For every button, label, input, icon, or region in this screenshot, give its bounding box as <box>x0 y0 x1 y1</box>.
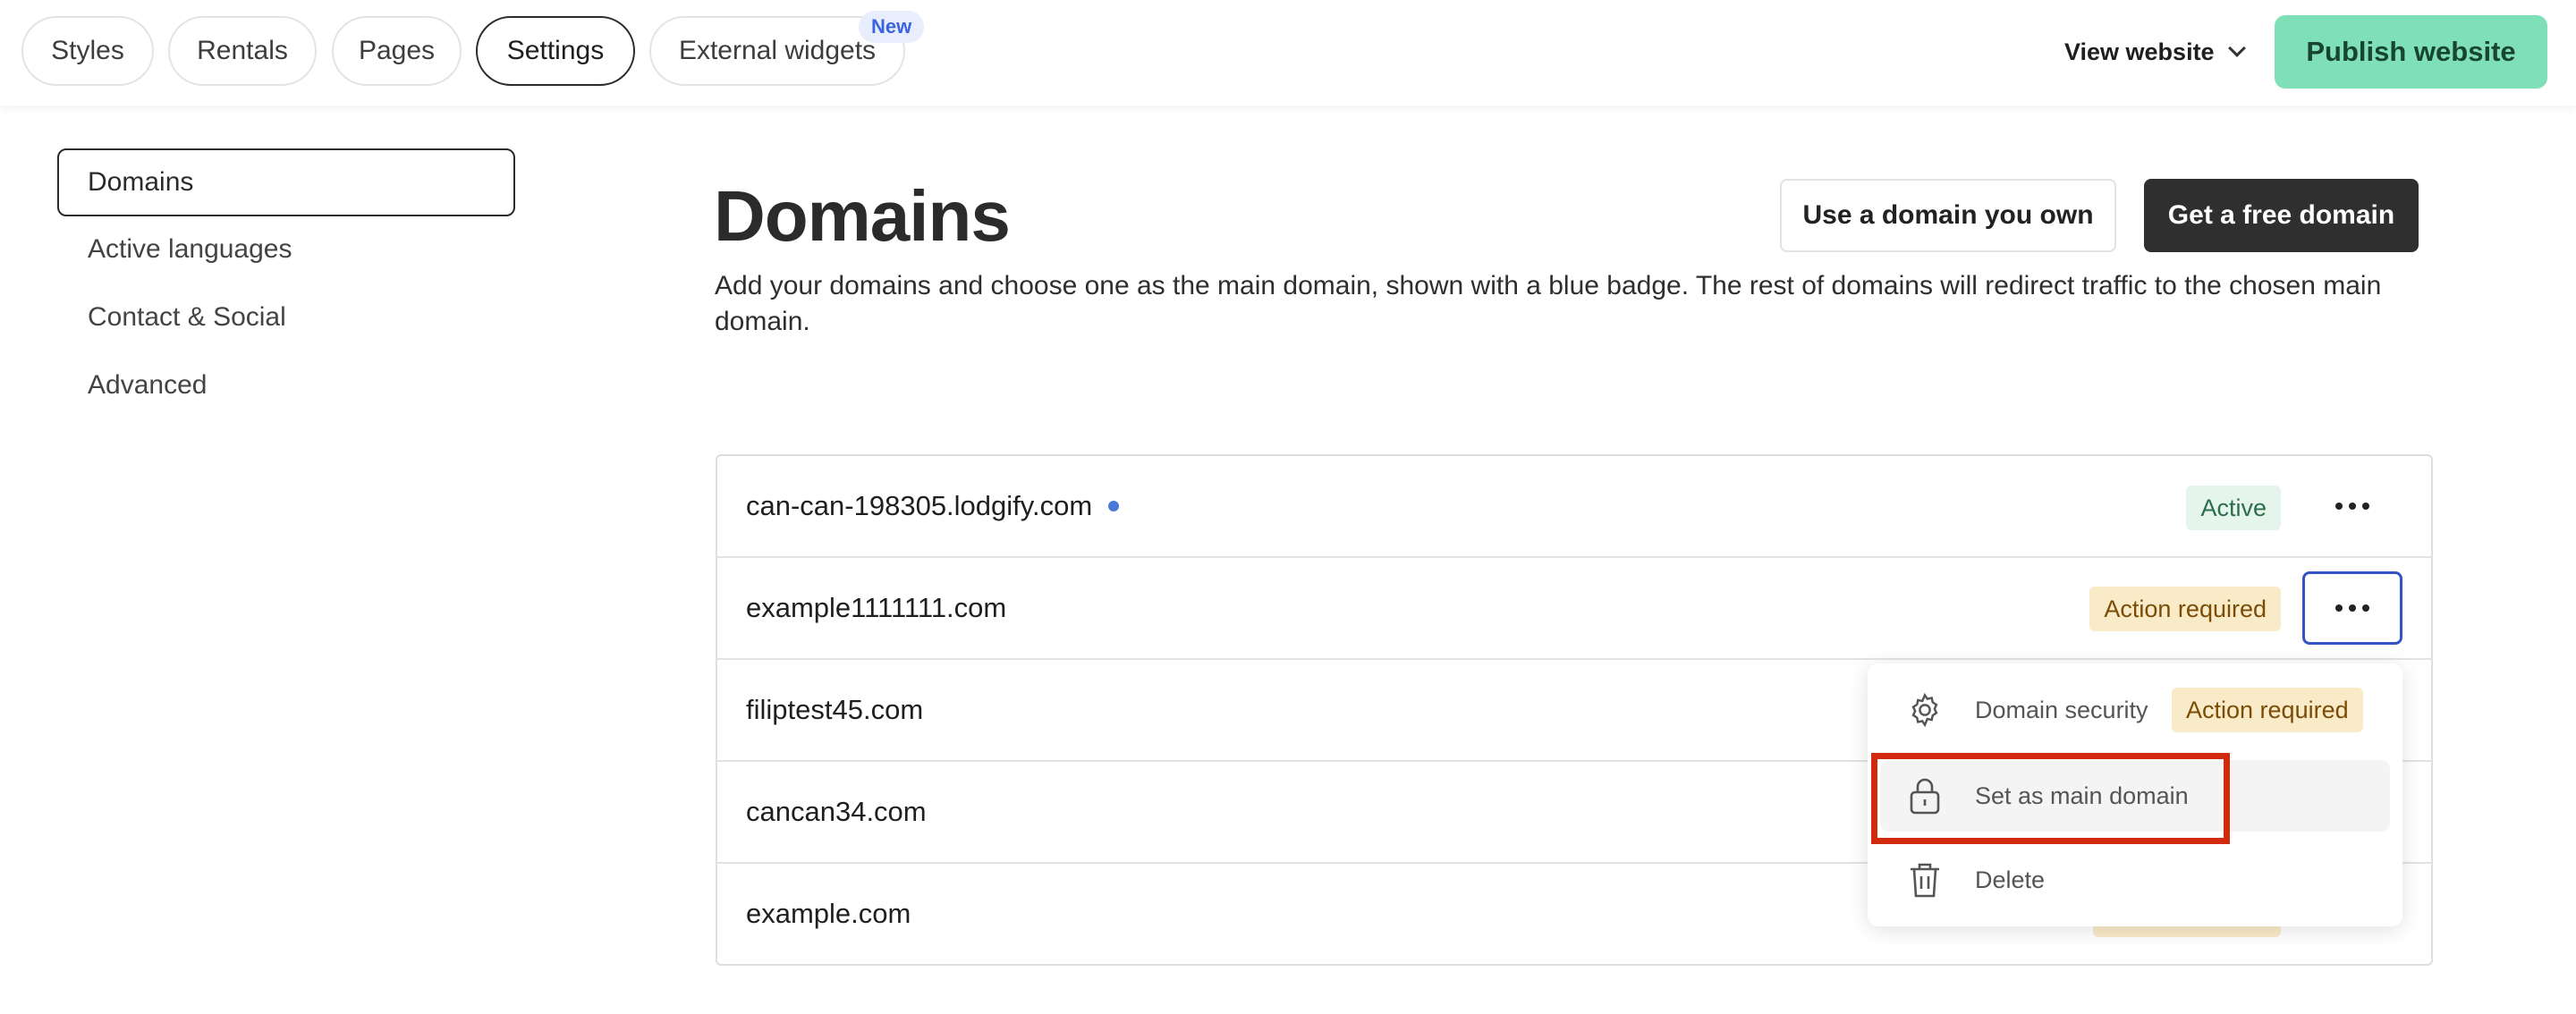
domain-cell: example.com <box>746 864 911 964</box>
sidebar-item-active-languages[interactable]: Active languages <box>88 234 292 265</box>
domain-cell: example1111111.com <box>746 558 1006 658</box>
new-badge: New <box>859 11 925 43</box>
page-title: Domains <box>714 176 1011 256</box>
use-own-domain-button[interactable]: Use a domain you own <box>1780 179 2116 252</box>
trash-icon <box>1905 860 1945 900</box>
get-free-domain-button[interactable]: Get a free domain <box>2144 179 2419 252</box>
domain-name: filiptest45.com <box>746 694 924 725</box>
gear-icon <box>1905 690 1945 730</box>
status-badge: Action required <box>2172 688 2363 732</box>
domain-name: cancan34.com <box>746 796 927 827</box>
status-badge: Active <box>2186 486 2281 530</box>
highlight-box <box>1871 753 2230 844</box>
view-website-dropdown[interactable]: View website <box>2064 32 2246 72</box>
tab-styles[interactable]: Styles <box>21 16 154 86</box>
table-row: can-can-198305.lodgify.com Active <box>717 456 2431 558</box>
top-bar: Styles Rentals Pages Settings External w… <box>0 0 2576 106</box>
main-domain-dot-icon <box>1108 501 1120 511</box>
domain-cell: can-can-198305.lodgify.com <box>746 456 1120 556</box>
menu-item-delete[interactable]: Delete <box>1868 844 2402 916</box>
tab-rentals[interactable]: Rentals <box>168 16 317 86</box>
domain-cell: filiptest45.com <box>746 660 923 760</box>
domain-name: example1111111.com <box>746 592 1007 623</box>
sidebar-item-domains[interactable]: Domains <box>57 148 515 216</box>
sidebar-item-label: Domains <box>88 167 194 197</box>
domain-name: can-can-198305.lodgify.com <box>746 490 1093 521</box>
status-badge: Action required <box>2089 587 2281 631</box>
table-row: example1111111.com Action required <box>717 558 2431 660</box>
more-options-button[interactable] <box>2302 469 2402 543</box>
sidebar-item-contact-social[interactable]: Contact & Social <box>88 302 286 333</box>
tab-pages[interactable]: Pages <box>332 16 462 86</box>
chevron-down-icon <box>2227 39 2246 57</box>
more-dots-icon <box>2335 604 2369 612</box>
page-description: Add your domains and choose one as the m… <box>715 271 2382 336</box>
menu-item-label: Delete <box>1975 866 2046 893</box>
domain-cell: cancan34.com <box>746 762 927 862</box>
domain-name: example.com <box>746 898 911 929</box>
menu-item-domain-security[interactable]: Domain security Action required <box>1868 674 2402 746</box>
sidebar-item-advanced[interactable]: Advanced <box>88 370 207 401</box>
more-options-button[interactable] <box>2302 571 2402 645</box>
menu-item-label: Domain security <box>1975 696 2148 723</box>
more-dots-icon <box>2335 503 2369 510</box>
publish-website-button[interactable]: Publish website <box>2275 15 2547 89</box>
tab-settings[interactable]: Settings <box>476 16 635 86</box>
view-website-label: View website <box>2064 38 2215 65</box>
